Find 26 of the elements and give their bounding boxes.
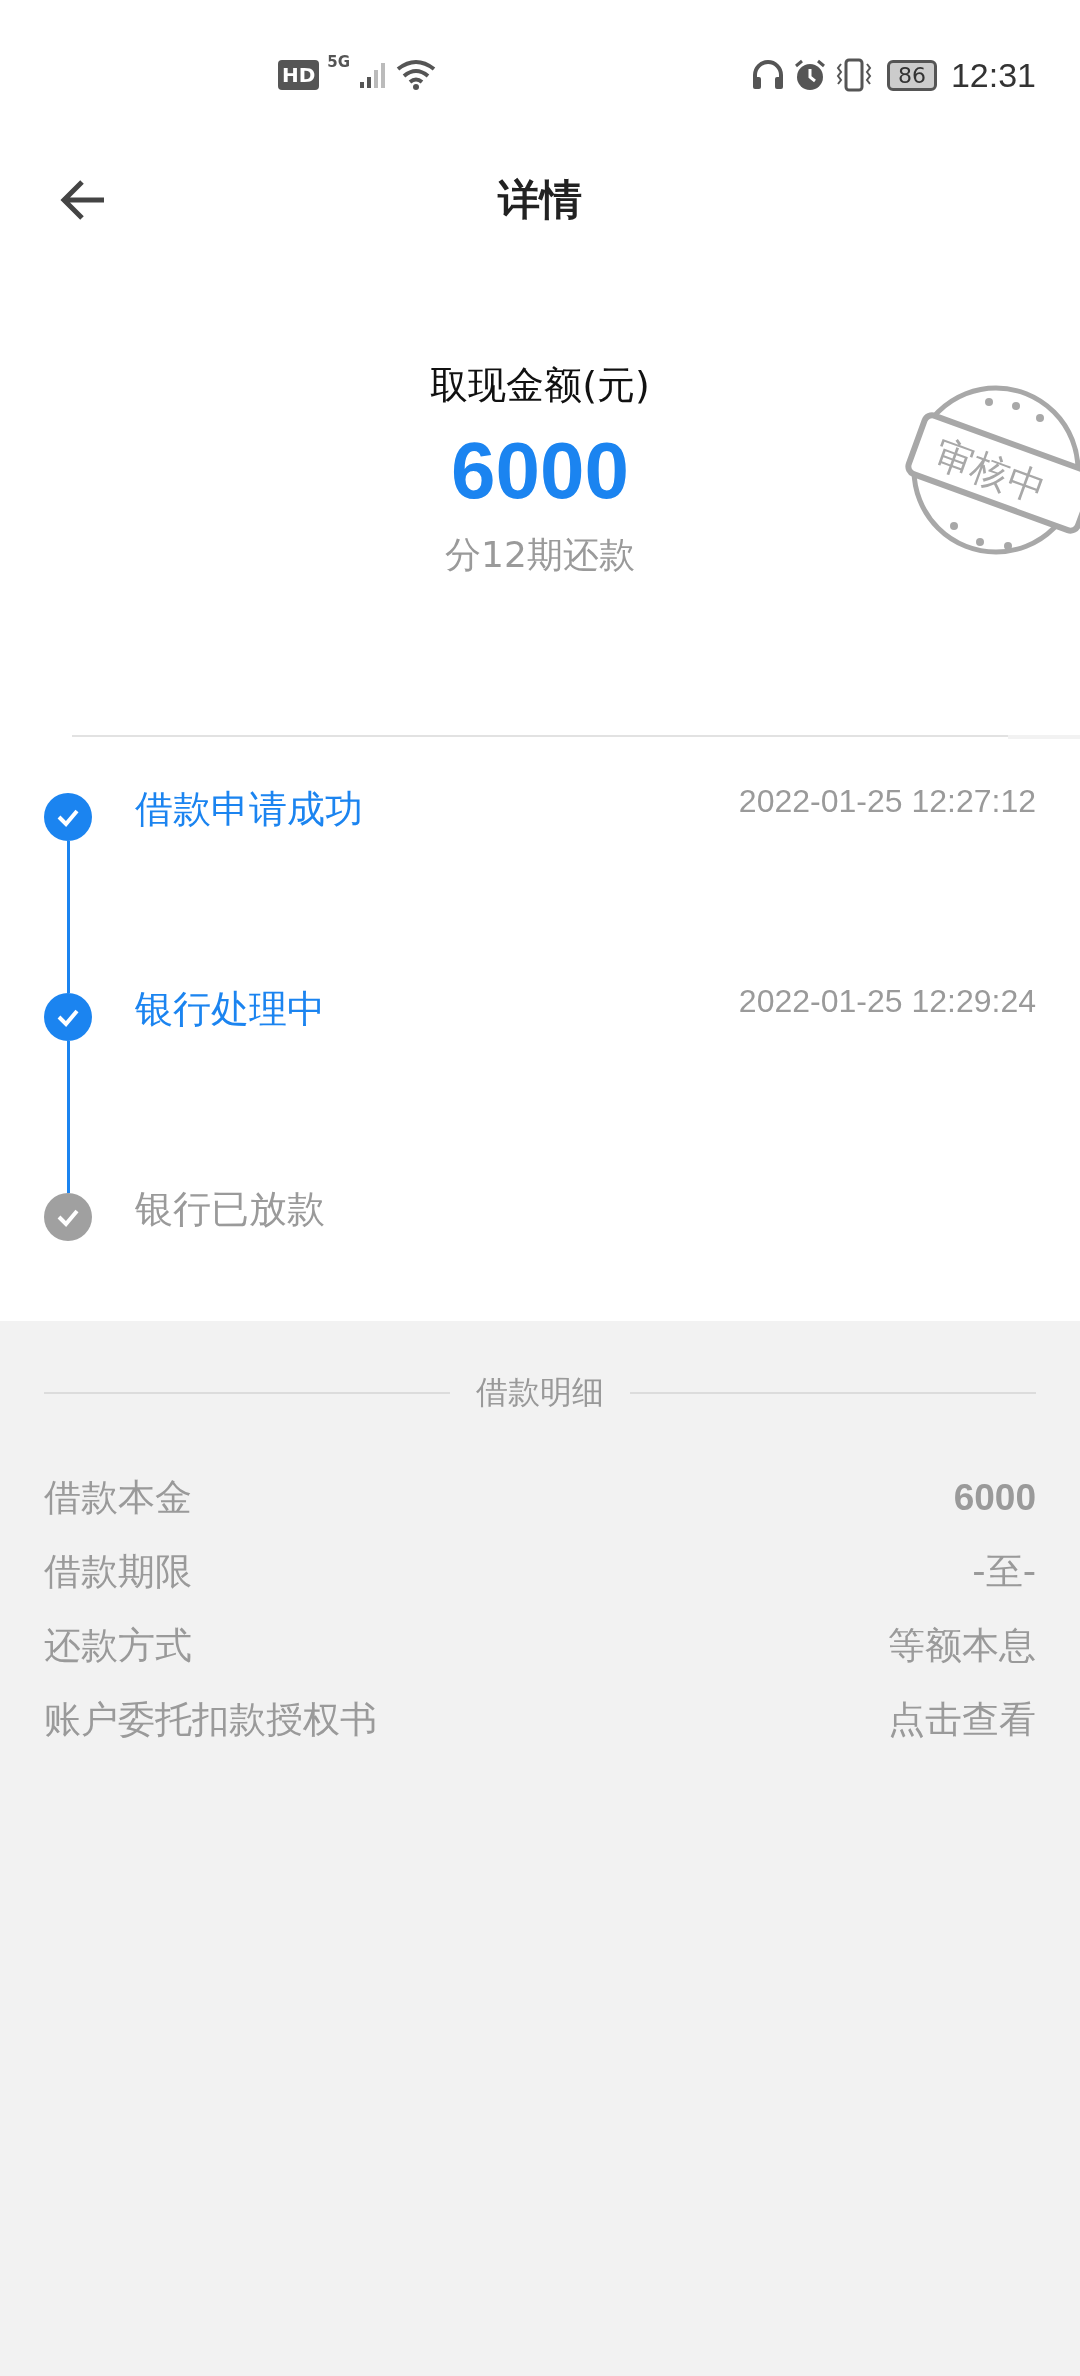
page-title: 详情 xyxy=(498,174,582,226)
detail-value: 6000 xyxy=(953,1477,1036,1519)
detail-label: 借款期限 xyxy=(44,1549,192,1595)
detail-value: 等额本息 xyxy=(888,1623,1036,1669)
clock-time: 12:31 xyxy=(950,55,1036,95)
detail-label: 账户委托扣款授权书 xyxy=(44,1697,377,1743)
vibrate-icon xyxy=(834,58,873,92)
wifi-icon xyxy=(396,59,437,91)
amount-value: 6000 xyxy=(451,425,629,517)
step-title: 银行处理中 xyxy=(135,986,325,1033)
amount-label: 取现金额(元) xyxy=(430,362,650,409)
step-title: 银行已放款 xyxy=(135,1186,325,1233)
headphones-icon xyxy=(750,59,785,91)
section-heading: 借款明细 xyxy=(476,1372,604,1413)
battery-indicator: 86 xyxy=(886,59,937,91)
detail-label: 借款本金 xyxy=(44,1475,192,1521)
network-label: 5G xyxy=(327,53,351,71)
view-link[interactable]: 点击查看 xyxy=(888,1695,1036,1745)
alarm-icon xyxy=(792,58,827,92)
detail-label: 还款方式 xyxy=(44,1623,192,1669)
step-time: 2022-01-25 12:29:24 xyxy=(738,983,1036,1020)
step-time: 2022-01-25 12:27:12 xyxy=(738,783,1036,820)
step-title: 借款申请成功 xyxy=(135,786,363,833)
hd-badge: HD xyxy=(278,60,320,90)
installments-text: 分12期还款 xyxy=(445,533,635,577)
detail-value: -至- xyxy=(972,1549,1036,1595)
